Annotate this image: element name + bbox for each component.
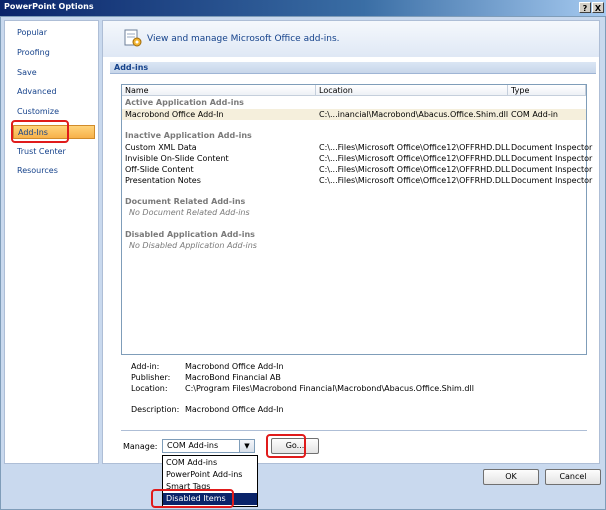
- cell-location: C:\...Files\Microsoft Office\Office12\OF…: [319, 154, 510, 163]
- location-label: Location:: [131, 384, 168, 393]
- addins-table: Name Location Type Active Application Ad…: [121, 84, 592, 355]
- nav-item-proofing[interactable]: Proofing: [13, 46, 95, 60]
- description-label: Description:: [131, 405, 180, 414]
- cancel-button[interactable]: Cancel: [545, 469, 601, 485]
- empty-group-text: No Document Related Add-ins: [129, 208, 250, 217]
- manage-select-value: COM Add-ins: [167, 441, 219, 450]
- table-row[interactable]: Invisible On-Slide Content C:\...Files\M…: [122, 153, 592, 164]
- group-header: Inactive Application Add-ins: [125, 131, 252, 140]
- cell-type: Document Inspector: [511, 143, 593, 152]
- cell-location: C:\...Files\Microsoft Office\Office12\OF…: [319, 143, 510, 152]
- addin-value: Macrobond Office Add-In: [185, 362, 284, 371]
- nav-item-popular[interactable]: Popular: [13, 26, 95, 40]
- publisher-label: Publisher:: [131, 373, 171, 382]
- cell-name: Off-Slide Content: [125, 165, 194, 174]
- cell-name: Presentation Notes: [125, 176, 201, 185]
- cell-type: COM Add-in: [511, 110, 558, 119]
- cell-location: C:\...Files\Microsoft Office\Office12\OF…: [319, 165, 510, 174]
- table-row[interactable]: Off-Slide Content C:\...Files\Microsoft …: [122, 164, 592, 175]
- page-description: View and manage Microsoft Office add-ins…: [147, 34, 340, 44]
- cell-name: Macrobond Office Add-In: [125, 110, 224, 119]
- divider: [121, 430, 587, 431]
- cell-type: Document Inspector: [511, 154, 593, 163]
- column-header-location[interactable]: Location: [316, 85, 508, 96]
- cell-location: C:\...Files\Microsoft Office\Office12\OF…: [319, 176, 510, 185]
- manage-label: Manage:: [123, 442, 158, 451]
- nav-item-advanced[interactable]: Advanced: [13, 85, 95, 99]
- publisher-value: MacroBond Financial AB: [185, 373, 281, 382]
- option-com-addins[interactable]: COM Add-ins: [163, 457, 257, 469]
- chevron-down-icon[interactable]: ▼: [239, 440, 254, 452]
- manage-select[interactable]: COM Add-ins ▼: [162, 439, 255, 453]
- addin-label: Add-in:: [131, 362, 160, 371]
- options-nav: Popular Proofing Save Advanced Customize…: [4, 20, 99, 464]
- table-row[interactable]: Macrobond Office Add-In C:\...inancial\M…: [122, 109, 586, 120]
- addins-gear-icon: [124, 29, 142, 47]
- page-header: View and manage Microsoft Office add-ins…: [103, 21, 599, 57]
- option-powerpoint-addins[interactable]: PowerPoint Add-ins: [163, 469, 257, 481]
- cell-type: Document Inspector: [511, 176, 593, 185]
- nav-item-resources[interactable]: Resources: [13, 164, 95, 178]
- location-value: C:\Program Files\Macrobond Financial\Mac…: [185, 384, 474, 393]
- cell-name: Invisible On-Slide Content: [125, 154, 229, 163]
- help-button[interactable]: ?: [579, 2, 591, 13]
- group-header: Disabled Application Add-ins: [125, 230, 255, 239]
- cell-location: C:\...inancial\Macrobond\Abacus.Office.S…: [319, 110, 509, 119]
- cell-name: Custom XML Data: [125, 143, 197, 152]
- highlight-go-button: [266, 434, 306, 458]
- table-row[interactable]: Presentation Notes C:\...Files\Microsoft…: [122, 175, 592, 186]
- cell-type: Document Inspector: [511, 165, 593, 174]
- column-header-type[interactable]: Type: [508, 85, 586, 96]
- nav-item-customize[interactable]: Customize: [13, 105, 95, 119]
- nav-item-save[interactable]: Save: [13, 66, 95, 80]
- empty-group-text: No Disabled Application Add-ins: [129, 241, 257, 250]
- ok-button[interactable]: OK: [483, 469, 539, 485]
- description-value: Macrobond Office Add-In: [185, 405, 284, 414]
- nav-item-trust-center[interactable]: Trust Center: [13, 145, 95, 159]
- highlight-disabled-items: [151, 489, 234, 508]
- highlight-add-ins: [11, 120, 69, 143]
- group-header: Document Related Add-ins: [125, 197, 246, 206]
- column-header-name[interactable]: Name: [122, 85, 316, 96]
- group-header: Active Application Add-ins: [125, 98, 244, 107]
- title-bar: PowerPoint Options ? X: [0, 0, 606, 16]
- window-title: PowerPoint Options: [4, 2, 94, 11]
- close-button[interactable]: X: [592, 2, 604, 13]
- section-title: Add-ins: [110, 62, 596, 74]
- table-row[interactable]: Custom XML Data C:\...Files\Microsoft Of…: [122, 142, 592, 153]
